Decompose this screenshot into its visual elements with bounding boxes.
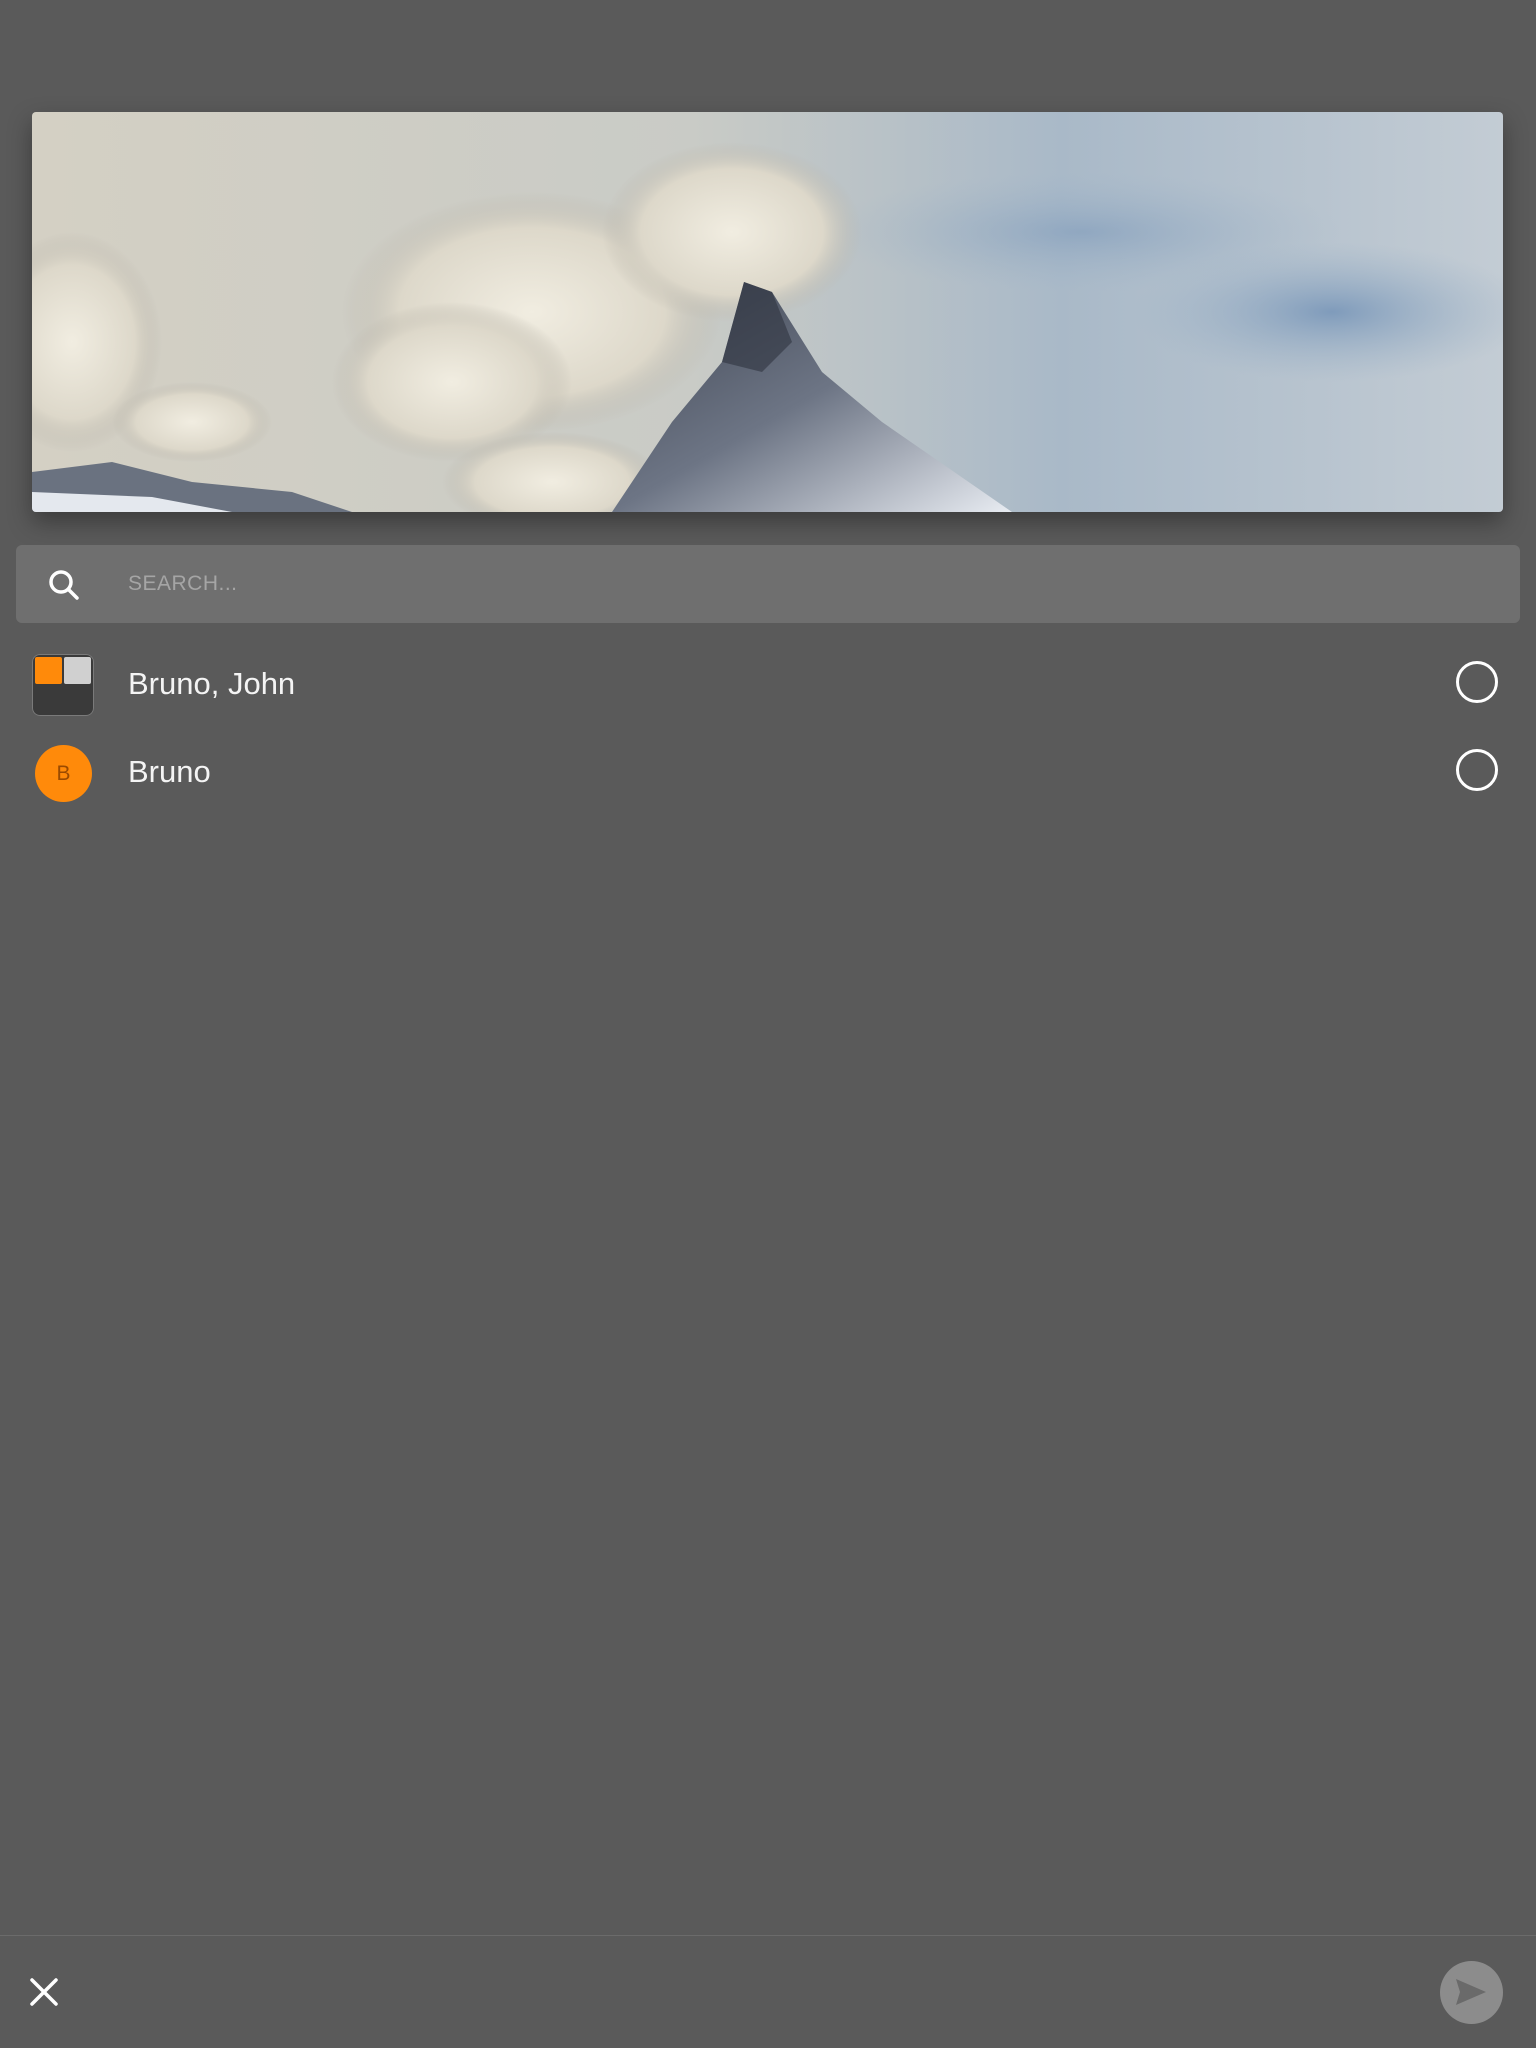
bottom-toolbar <box>0 1935 1536 2048</box>
list-item[interactable]: B Bruno <box>0 728 1536 816</box>
avatar-quadrant <box>64 686 91 713</box>
send-icon <box>1456 1979 1486 2005</box>
close-button[interactable] <box>24 1972 64 2012</box>
avatar: B <box>35 745 92 802</box>
avatar-quadrant <box>35 657 62 684</box>
select-radio[interactable] <box>1456 661 1498 703</box>
share-screen: Bruno, John B Bruno <box>0 0 1536 2048</box>
avatar-quadrant <box>64 657 91 684</box>
contact-name: Bruno <box>128 754 211 789</box>
mountain-photo <box>32 112 1503 512</box>
contact-list: Bruno, John B Bruno <box>0 640 1536 816</box>
contact-name: Bruno, John <box>128 666 296 701</box>
search-icon <box>49 570 79 600</box>
close-icon <box>30 1978 58 2006</box>
search-input[interactable] <box>112 545 1492 623</box>
send-button[interactable] <box>1440 1961 1503 2024</box>
group-avatar <box>32 654 94 716</box>
select-radio[interactable] <box>1456 749 1498 791</box>
list-item[interactable]: Bruno, John <box>0 640 1536 728</box>
hero-image <box>32 112 1503 512</box>
search-bar <box>16 545 1520 623</box>
avatar-quadrant <box>35 686 62 713</box>
